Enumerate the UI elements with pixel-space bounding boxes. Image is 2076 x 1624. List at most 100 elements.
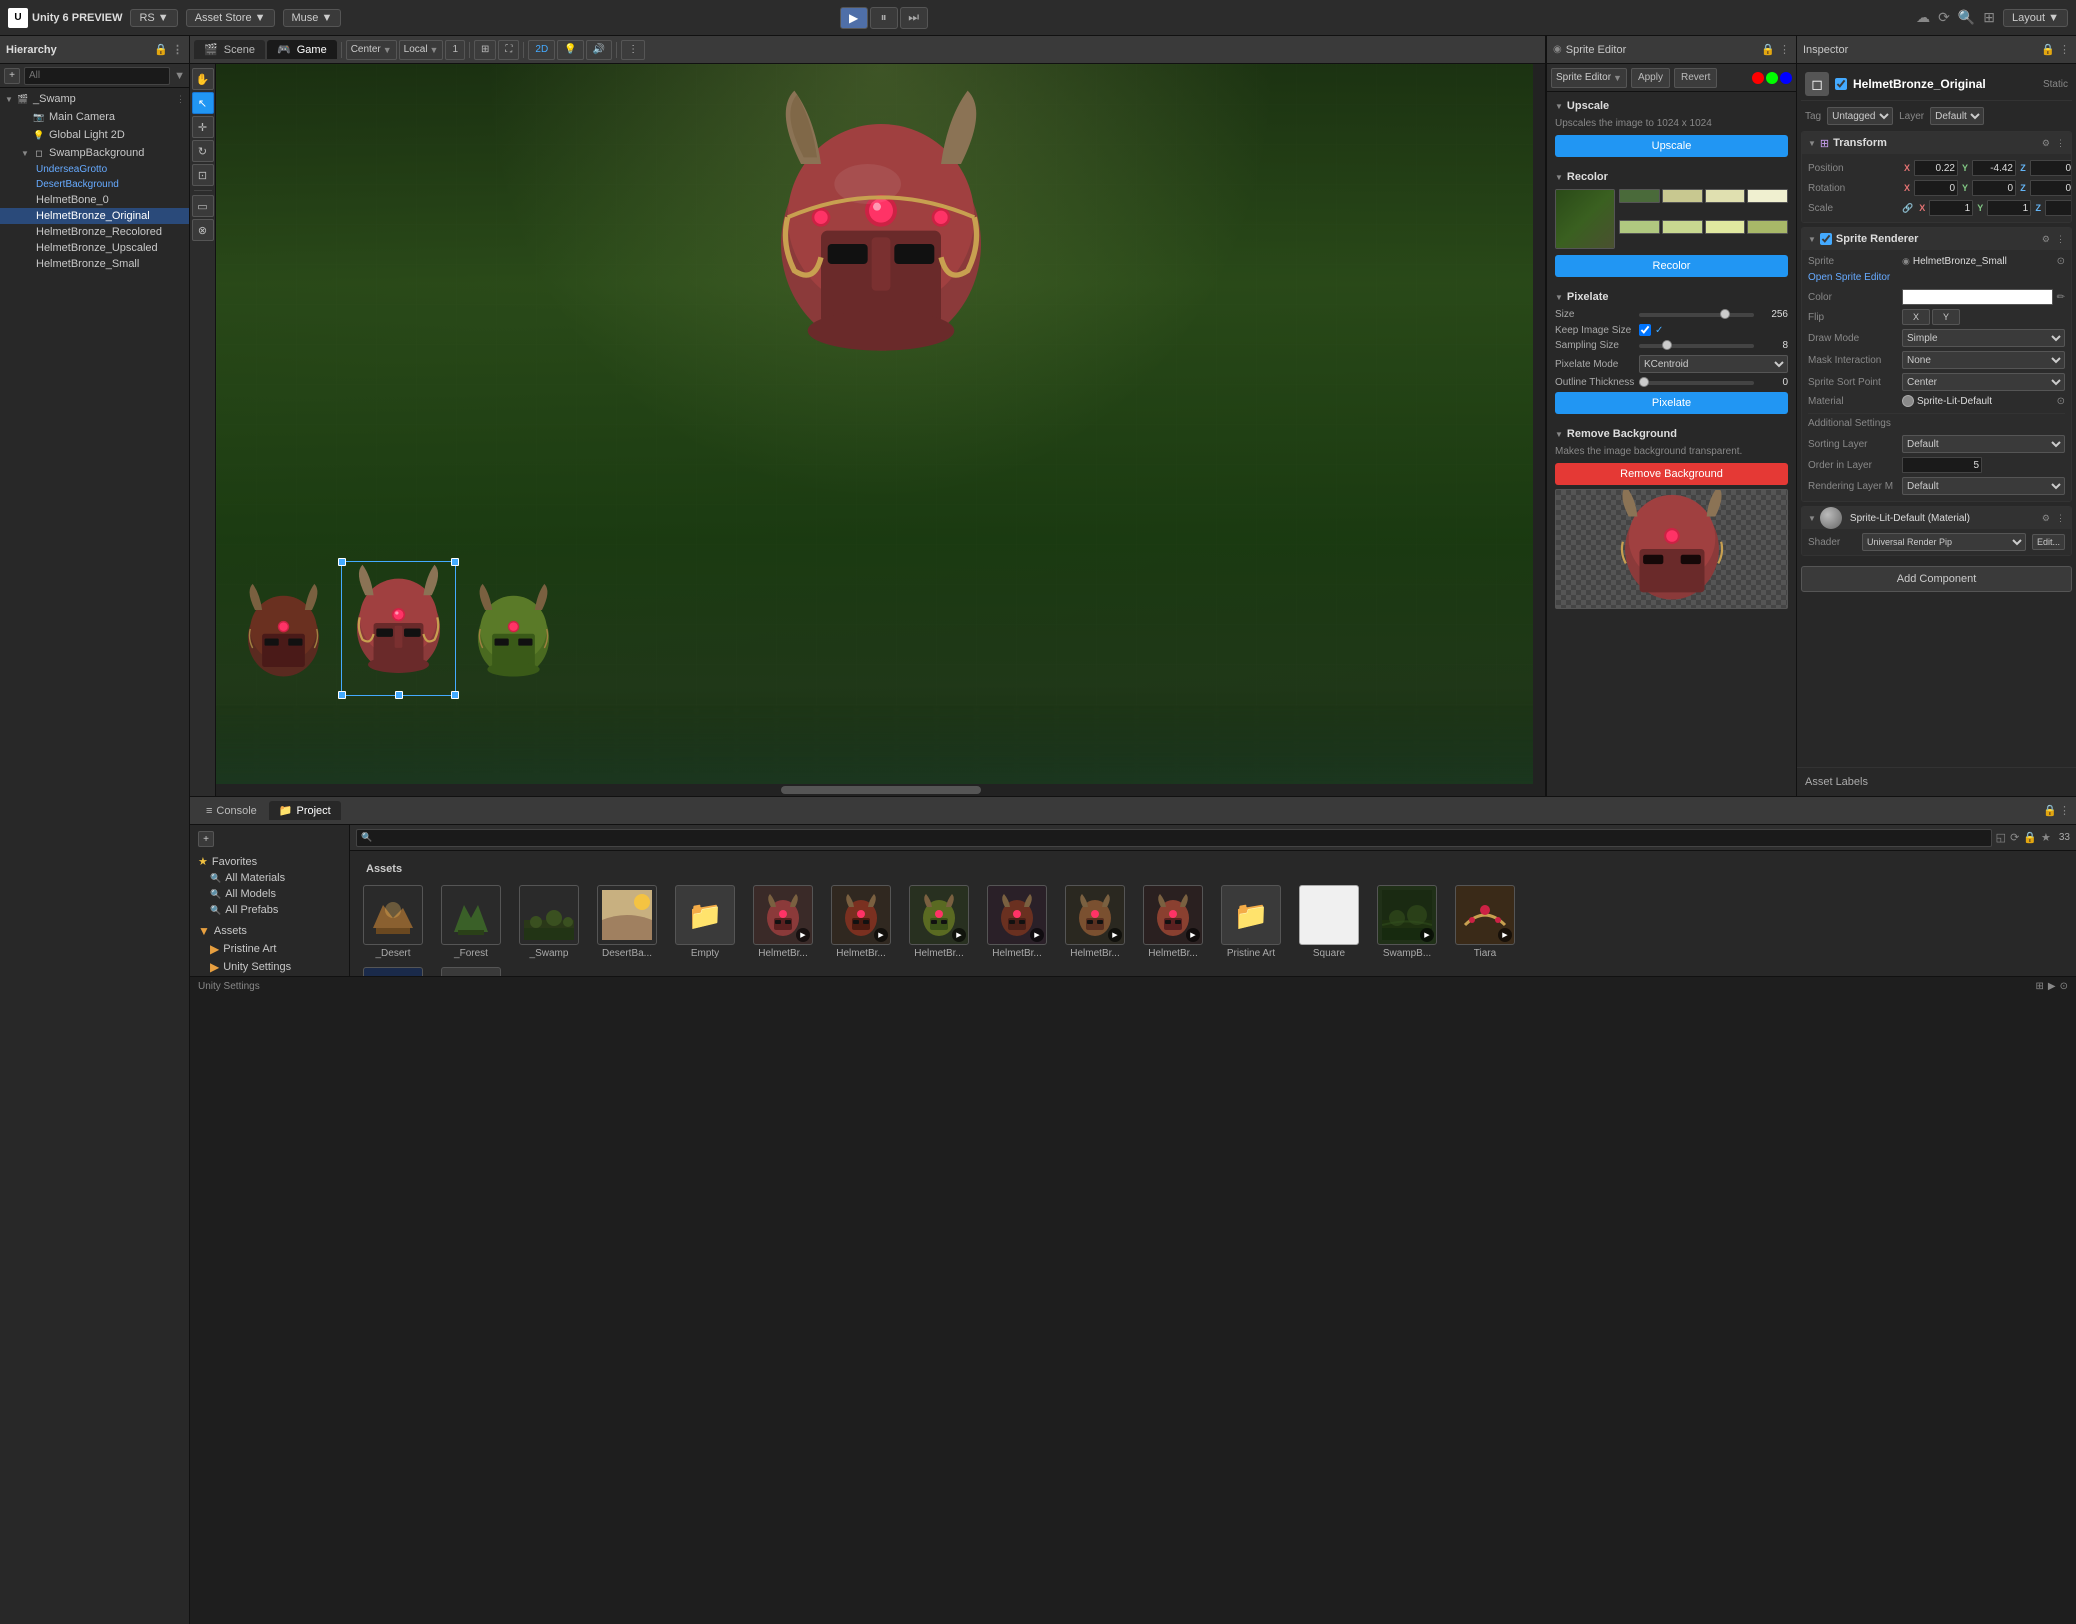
center-dropdown[interactable]: Center ▼ <box>346 40 397 60</box>
scene-vscrollbar[interactable] <box>1533 64 1545 784</box>
sr-settings-icon[interactable]: ⚙ <box>2042 234 2050 245</box>
play-overlay3[interactable]: ▶ <box>952 928 966 942</box>
handle-bc[interactable] <box>395 691 403 699</box>
rot-z-input[interactable] <box>2030 180 2072 196</box>
inspector-more-icon[interactable]: ⋮ <box>2059 43 2070 56</box>
scale-tool[interactable]: ⊡ <box>192 164 214 186</box>
asset-helmet-5[interactable]: ▶ HelmetBr... <box>1060 885 1130 959</box>
pos-z-input[interactable] <box>2030 160 2072 176</box>
size-slider[interactable] <box>1639 313 1754 317</box>
asset-swamp[interactable]: _Swamp <box>514 885 584 959</box>
history-icon[interactable]: ⟳ <box>1938 9 1950 26</box>
tag-select[interactable]: Untagged <box>1827 107 1893 125</box>
scene-tab[interactable]: 🎬 Scene <box>194 40 265 59</box>
handle-br[interactable] <box>451 691 459 699</box>
mat-settings-icon[interactable]: ⚙ <box>2042 513 2050 524</box>
scale-y-input[interactable] <box>1987 200 2031 216</box>
local-dropdown[interactable]: Local ▼ <box>399 40 444 60</box>
transform-header[interactable]: ▼ ⊞ Transform ⚙ ⋮ <box>1802 132 2071 154</box>
rect-tool[interactable]: ▭ <box>192 195 214 217</box>
play-overlay[interactable]: ▶ <box>796 928 810 942</box>
asset-helmet-6[interactable]: ▶ HelmetBr... <box>1138 885 1208 959</box>
rot-y-input[interactable] <box>1972 180 2016 196</box>
swatch-2[interactable] <box>1662 189 1703 203</box>
rendering-layer-select[interactable]: Default <box>1902 477 2065 495</box>
hand-tool[interactable]: ✋ <box>192 68 214 90</box>
asset-unity-settings[interactable]: 📁 Unity Set... <box>436 967 506 976</box>
material-header[interactable]: ▼ Sprite-Lit-Default (Material) ⚙ ⋮ <box>1802 507 2071 529</box>
pixelate-mode-select[interactable]: KCentroid <box>1639 355 1788 373</box>
gizmo-toggle[interactable]: ⛶ <box>498 40 519 60</box>
flip-y-button[interactable]: Y <box>1932 309 1960 325</box>
assets-folder-item[interactable]: ▼ Assets <box>194 922 345 940</box>
sampling-slider-thumb[interactable] <box>1662 340 1672 350</box>
hierarchy-more-icon[interactable]: ⋮ <box>172 43 183 56</box>
item-more-icon[interactable]: ⋮ <box>176 94 185 105</box>
project-tab[interactable]: 📁 Project <box>269 801 341 820</box>
status-icon1[interactable]: ⊞ <box>2036 981 2044 992</box>
swatch-7[interactable] <box>1705 220 1746 234</box>
asset-forest[interactable]: _Forest <box>436 885 506 959</box>
color-edit-icon[interactable]: ✏ <box>2057 292 2065 303</box>
bottom-more-icon[interactable]: ⋮ <box>2059 804 2070 817</box>
swatch-4[interactable] <box>1747 189 1788 203</box>
asset-helmet-2[interactable]: ▶ HelmetBr... <box>826 885 896 959</box>
hierarchy-item-helmet-recolored[interactable]: HelmetBronze_Recolored <box>0 224 189 240</box>
play-overlay2[interactable]: ▶ <box>874 928 888 942</box>
proj-icon3[interactable]: 🔒 <box>2023 831 2037 844</box>
size-slider-thumb[interactable] <box>1720 309 1730 319</box>
apply-button[interactable]: Apply <box>1631 68 1670 88</box>
step-button[interactable]: ⏭ <box>900 7 928 29</box>
se-lock-icon[interactable]: 🔒 <box>1761 43 1775 56</box>
handle-bl[interactable] <box>338 691 346 699</box>
open-sprite-editor-button[interactable]: Open Sprite Editor <box>1808 272 1890 283</box>
hierarchy-item-helmet-original[interactable]: HelmetBronze_Original <box>0 208 189 224</box>
pristine-art-item[interactable]: ▶ Pristine Art <box>194 940 345 958</box>
project-search-input[interactable] <box>376 832 1986 843</box>
sprite-renderer-header[interactable]: ▼ Sprite Renderer ⚙ ⋮ <box>1802 228 2071 250</box>
transform-settings-icon[interactable]: ⚙ <box>2042 138 2050 149</box>
color-picker[interactable] <box>1902 289 2053 305</box>
swatch-1[interactable] <box>1619 189 1660 203</box>
hierarchy-item-undersea-grotto[interactable]: UnderseaGrotto <box>0 162 189 177</box>
recolor-button[interactable]: Recolor <box>1555 255 1788 277</box>
all-materials-item[interactable]: 🔍 All Materials <box>194 870 345 886</box>
se-more-icon[interactable]: ⋮ <box>1779 43 1790 56</box>
hierarchy-item-helmet-bone[interactable]: HelmetBone_0 <box>0 192 189 208</box>
scene-more[interactable]: ⋮ <box>621 40 645 60</box>
sprite-editor-mode-dropdown[interactable]: Sprite Editor ▼ <box>1551 68 1627 88</box>
proj-icon2[interactable]: ⟳ <box>2010 831 2019 844</box>
asset-store-button[interactable]: Asset Store ▼ <box>186 9 275 27</box>
swatch-3[interactable] <box>1705 189 1746 203</box>
asset-tiara[interactable]: ▶ Tiara <box>1450 885 1520 959</box>
upscale-button[interactable]: Upscale <box>1555 135 1788 157</box>
rot-x-input[interactable] <box>1914 180 1958 196</box>
add-project-button[interactable]: + <box>198 831 214 847</box>
hierarchy-lock-icon[interactable]: 🔒 <box>154 43 168 56</box>
tiara-play[interactable]: ▶ <box>1498 928 1512 942</box>
mat-more-icon[interactable]: ⋮ <box>2056 513 2065 524</box>
all-models-item[interactable]: 🔍 All Models <box>194 886 345 902</box>
asset-helmet-3[interactable]: ▶ HelmetBr... <box>904 885 974 959</box>
view-audio-toggle[interactable]: 🔊 <box>586 40 612 60</box>
favorites-item[interactable]: ★ Favorites <box>194 853 345 870</box>
swatch-8[interactable] <box>1747 220 1788 234</box>
transform-more-icon[interactable]: ⋮ <box>2056 138 2065 149</box>
asset-empty-folder[interactable]: 📁 Empty <box>670 885 740 959</box>
move-tool[interactable]: ✛ <box>192 116 214 138</box>
layer-select[interactable]: Default <box>1930 107 1984 125</box>
obj-active-checkbox[interactable] <box>1835 78 1847 90</box>
sampling-slider[interactable] <box>1639 344 1754 348</box>
pos-x-input[interactable] <box>1914 160 1958 176</box>
pos-y-input[interactable] <box>1972 160 2016 176</box>
view-light-toggle[interactable]: 💡 <box>557 40 583 60</box>
swamp-play[interactable]: ▶ <box>1420 928 1434 942</box>
rs-button[interactable]: RS ▼ <box>130 9 177 27</box>
cloud-icon[interactable]: ☁ <box>1916 9 1930 26</box>
add-component-button[interactable]: Add Component <box>1801 566 2072 592</box>
asset-undersea[interactable]: ▶ Undersea... <box>358 967 428 976</box>
status-icon3[interactable]: ⊙ <box>2060 981 2068 992</box>
inspector-lock-icon[interactable]: 🔒 <box>2041 43 2055 56</box>
grid-icon[interactable]: ⊞ <box>1983 9 1995 26</box>
asset-square[interactable]: Square <box>1294 885 1364 959</box>
